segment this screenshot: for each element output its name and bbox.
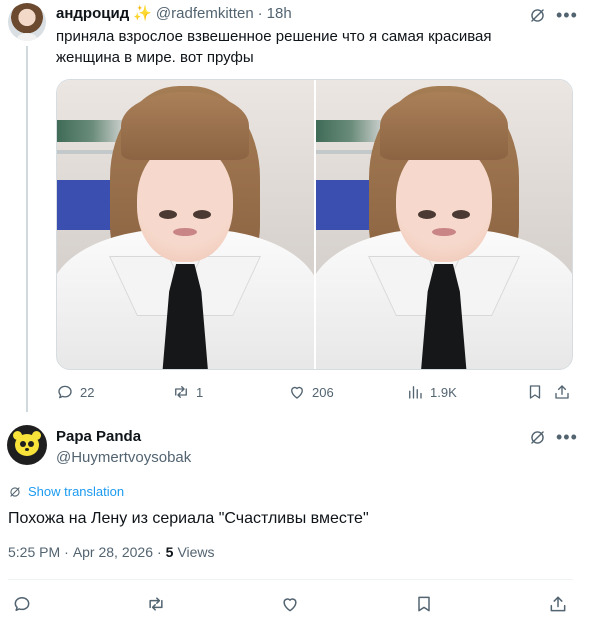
share-icon: [555, 385, 569, 399]
grok-button[interactable]: [528, 428, 547, 447]
display-name[interactable]: андроцид: [56, 5, 129, 22]
like-button[interactable]: [280, 592, 300, 616]
user-handle[interactable]: @radfemkitten: [156, 5, 254, 22]
grok-button[interactable]: [528, 6, 547, 25]
panda-nose: [25, 448, 29, 451]
tweet-meta: 5:25 PM · Apr 28, 2026 · 5 Views: [8, 544, 215, 560]
tweet-date[interactable]: Apr 28, 2026: [73, 544, 153, 560]
bar-chart-icon: [409, 386, 422, 399]
reply-count: 22: [80, 384, 95, 400]
eye: [451, 210, 470, 219]
tweet-text: Похожа на Лену из сериала "Счастливы вме…: [8, 510, 369, 527]
more-dots-icon: •••: [556, 5, 578, 25]
repost-button[interactable]: [146, 592, 166, 616]
bookmark-button[interactable]: [414, 592, 434, 616]
tweet-photo-1[interactable]: [57, 80, 314, 369]
reply-icon: [58, 385, 72, 399]
view-count: 1.9K: [430, 384, 457, 400]
separator-dot: ·: [257, 4, 263, 22]
like-count: 206: [312, 384, 334, 400]
lips: [173, 228, 198, 236]
separator-dot: ·: [64, 544, 69, 560]
panda-eye: [20, 441, 26, 447]
bangs: [379, 92, 508, 160]
bangs: [121, 92, 250, 160]
translate-icon: [10, 486, 20, 497]
share-icon: [550, 596, 566, 612]
bookmark-icon: [418, 596, 430, 612]
avatar[interactable]: [7, 425, 47, 465]
sparkle-emoji: ✨: [133, 5, 152, 22]
panda-face: [15, 434, 39, 456]
user-handle[interactable]: @Huymertvoysobak: [56, 449, 191, 466]
more-dots-icon: •••: [556, 427, 578, 447]
share-button[interactable]: [553, 380, 571, 404]
tweet-time[interactable]: 5:25 PM: [8, 544, 60, 560]
views-label: Views: [177, 544, 215, 560]
heart-icon: [283, 598, 297, 612]
repost-icon: [175, 386, 187, 398]
repost-icon: [149, 597, 163, 611]
heart-icon: [291, 386, 303, 399]
bookmark-button[interactable]: [526, 380, 544, 404]
tweet-photo-2[interactable]: [315, 80, 572, 369]
face: [395, 142, 492, 262]
avatar[interactable]: [8, 3, 46, 41]
view-count[interactable]: 5: [166, 544, 174, 560]
eye: [159, 210, 178, 219]
tweet-photos[interactable]: [56, 79, 573, 370]
lips: [431, 228, 456, 236]
show-translation-label: Show translation: [28, 484, 125, 499]
display-name[interactable]: Papa Panda: [56, 428, 141, 445]
like-button[interactable]: 206: [288, 380, 334, 404]
thread-connector-line: [26, 46, 28, 412]
reply-icon: [14, 597, 30, 611]
reply-tweet[interactable]: Papa Panda @Huymertvoysobak ••• Show tra…: [0, 412, 591, 623]
tweet-time[interactable]: 18h: [267, 5, 292, 22]
eye: [417, 210, 436, 219]
divider: [8, 579, 573, 580]
repost-button[interactable]: 1: [172, 380, 203, 404]
background-bin: [57, 180, 112, 230]
tweet-actions: 22 1 206 1.9K: [56, 380, 573, 404]
parent-tweet[interactable]: андроцид ✨ @radfemkitten · 18h ••• приня…: [0, 0, 591, 412]
eye: [193, 210, 212, 219]
bookmark-icon: [529, 385, 541, 399]
repost-count: 1: [196, 384, 204, 400]
face: [137, 142, 234, 262]
background-bin: [315, 180, 371, 230]
slashed-circle-icon: [531, 431, 544, 444]
parent-tweet-header: андроцид ✨ @radfemkitten · 18h: [56, 4, 292, 23]
slashed-circle-icon: [531, 9, 544, 22]
reply-button[interactable]: 22: [56, 380, 94, 404]
share-button[interactable]: [548, 592, 568, 616]
reply-button[interactable]: [12, 592, 32, 616]
separator-dot: ·: [156, 544, 162, 560]
more-button[interactable]: •••: [556, 427, 578, 447]
tweet-actions: [0, 592, 591, 616]
tweet-text: приняла взрослое взвешенное решение что …: [56, 28, 492, 66]
more-button[interactable]: •••: [556, 5, 578, 25]
panda-eye: [28, 441, 34, 447]
show-translation-link[interactable]: Show translation: [8, 484, 124, 499]
views-button[interactable]: 1.9K: [406, 380, 457, 404]
